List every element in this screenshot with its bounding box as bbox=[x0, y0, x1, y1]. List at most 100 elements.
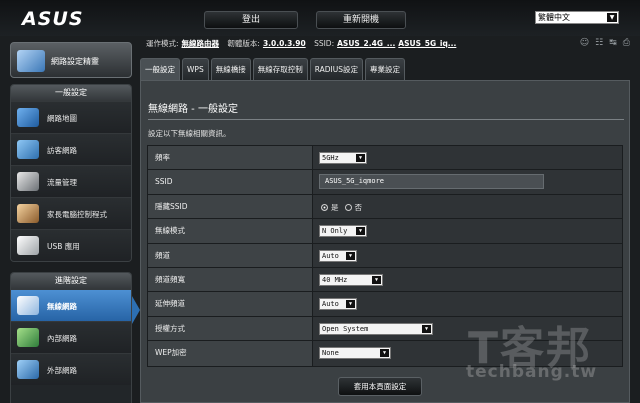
form-row-hide-ssid: 隱藏SSID 是 否 bbox=[148, 194, 622, 220]
ext-channel-value: Auto bbox=[322, 300, 339, 309]
guest-network-icon bbox=[17, 140, 39, 159]
ssid-field-label: SSID bbox=[148, 170, 313, 194]
sidebar-item-traffic-manager[interactable]: 流量管理 bbox=[11, 165, 131, 197]
chevron-down-icon: ▼ bbox=[372, 275, 381, 284]
form-row-band: 頻率 5GHz ▼ bbox=[148, 146, 622, 171]
ext-channel-select[interactable]: Auto ▼ bbox=[319, 298, 357, 311]
tab-wps[interactable]: WPS bbox=[182, 58, 209, 80]
tab-wds[interactable]: 無線橋接 bbox=[210, 58, 251, 80]
ssid-5g-link[interactable]: ASUS_5G_iq... bbox=[398, 39, 456, 48]
asus-logo[interactable]: ASUS bbox=[22, 8, 84, 30]
ssid-label: SSID: bbox=[314, 39, 335, 48]
form-row-ssid: SSID ASUS_5G_iqmore bbox=[148, 170, 622, 195]
sidebar-item-usb-application[interactable]: USB 應用 bbox=[11, 229, 131, 261]
sidebar-item-network-map[interactable]: 網路地圖 bbox=[11, 101, 131, 133]
status-info-bar: 運作模式: 無線路由器 韌體版本: 3.0.0.3.90 SSID: ASUS_2.4… bbox=[140, 36, 640, 52]
sidebar-item-label: 外部網路 bbox=[47, 366, 77, 375]
wep-value: None bbox=[322, 349, 339, 358]
wizard-icon bbox=[17, 50, 45, 72]
wireless-mode-select[interactable]: N Only ▼ bbox=[319, 225, 367, 238]
tab-professional[interactable]: 專業設定 bbox=[364, 58, 405, 80]
wireless-icon bbox=[17, 296, 39, 315]
title-divider bbox=[148, 119, 624, 120]
auth-method-value: Open System bbox=[322, 324, 369, 333]
hide-ssid-yes-label: 是 bbox=[331, 202, 339, 212]
auth-method-select[interactable]: Open System ▼ bbox=[319, 322, 433, 335]
page-title: 無線網路 - 一般設定 bbox=[148, 104, 238, 115]
sidebar-item-wireless[interactable]: 無線網路 bbox=[11, 289, 131, 321]
channel-label: 頻道 bbox=[148, 243, 313, 267]
apply-button[interactable]: 套用本頁面設定 bbox=[338, 377, 422, 396]
active-item-pointer bbox=[132, 296, 140, 324]
quick-setup-button[interactable]: 網路設定精靈 bbox=[10, 42, 132, 78]
channel-select[interactable]: Auto ▼ bbox=[319, 249, 357, 262]
sidebar: 網路設定精靈 一般設定 網路地圖 訪客網路 流量管理 家長電腦控制程式 USB … bbox=[10, 40, 132, 403]
ssid-24g-link[interactable]: ASUS_2.4G_... bbox=[337, 39, 395, 48]
band-select[interactable]: 5GHz ▼ bbox=[319, 152, 367, 164]
sidebar-item-lan[interactable]: 內部網路 bbox=[11, 321, 131, 353]
ssid-input[interactable]: ASUS_5G_iqmore bbox=[319, 174, 544, 190]
channel-value: Auto bbox=[322, 251, 339, 260]
chevron-down-icon: ▼ bbox=[356, 154, 365, 162]
network-map-icon bbox=[17, 108, 39, 127]
reboot-button[interactable]: 重新開機 bbox=[316, 11, 406, 29]
sidebar-item-label: USB 應用 bbox=[47, 242, 80, 251]
parental-control-icon bbox=[17, 204, 39, 223]
watermark-url: techbang.tw bbox=[466, 362, 598, 382]
tab-mac-filter[interactable]: 無線存取控制 bbox=[252, 58, 308, 80]
sidebar-item-parental-control[interactable]: 家長電腦控制程式 bbox=[11, 197, 131, 229]
chevron-down-icon: ▼ bbox=[346, 300, 355, 309]
chevron-down-icon: ▼ bbox=[356, 227, 365, 236]
advanced-settings-header: 進階設定 bbox=[11, 273, 131, 289]
usb-application-icon bbox=[17, 236, 39, 255]
tab-general[interactable]: 一般設定 bbox=[140, 58, 180, 80]
firmware-version-link[interactable]: 3.0.0.3.90 bbox=[263, 39, 306, 48]
usb-icon[interactable]: ↹ bbox=[609, 38, 617, 48]
advanced-settings-group: 進階設定 無線網路 內部網路 外部網路 bbox=[10, 272, 132, 403]
traffic-manager-icon bbox=[17, 172, 39, 191]
auth-method-label: 授權方式 bbox=[148, 316, 313, 341]
sidebar-item-label: 訪客網路 bbox=[47, 146, 77, 155]
page-description: 設定以下無線相關資訊。 bbox=[148, 129, 231, 138]
network-icon[interactable]: ☷ bbox=[595, 38, 603, 48]
wep-select[interactable]: None ▼ bbox=[319, 347, 391, 360]
sidebar-item-label: 流量管理 bbox=[47, 178, 77, 187]
sidebar-item-wan[interactable]: 外部網路 bbox=[11, 353, 131, 385]
lan-icon bbox=[17, 328, 39, 347]
sidebar-item-label: 家長電腦控制程式 bbox=[47, 210, 107, 219]
form-row-channel: 頻道 Auto ▼ bbox=[148, 243, 622, 268]
ext-channel-label: 延伸頻道 bbox=[148, 292, 313, 316]
sidebar-item-label: 無線網路 bbox=[47, 302, 77, 311]
wireless-mode-label: 無線模式 bbox=[148, 219, 313, 243]
top-bar: ASUS 登出 重新開機 繁體中文 ▼ bbox=[0, 0, 640, 36]
sidebar-item-label: 內部網路 bbox=[47, 334, 77, 343]
hide-ssid-no-radio[interactable] bbox=[344, 203, 352, 211]
band-select-value: 5GHz bbox=[322, 154, 339, 162]
bandwidth-value: 40 MHz bbox=[322, 275, 348, 284]
tab-radius[interactable]: RADIUS設定 bbox=[309, 58, 363, 80]
sidebar-item-label: 網路地圖 bbox=[47, 114, 77, 123]
printer-icon[interactable]: ⎙ bbox=[623, 38, 630, 48]
form-row-bandwidth: 頻道頻寬 40 MHz ▼ bbox=[148, 267, 622, 293]
wep-label: WEP加密 bbox=[148, 341, 313, 366]
sidebar-item-guest-network[interactable]: 訪客網路 bbox=[11, 133, 131, 165]
chevron-down-icon: ▼ bbox=[346, 251, 355, 260]
operation-mode-label: 運作模式: bbox=[146, 39, 179, 48]
bandwidth-select[interactable]: 40 MHz ▼ bbox=[319, 273, 383, 286]
users-icon[interactable]: ☺ bbox=[580, 38, 589, 48]
logout-button[interactable]: 登出 bbox=[204, 11, 298, 29]
status-icons: ☺ ☷ ↹ ⎙ bbox=[580, 38, 630, 48]
hide-ssid-yes-radio[interactable] bbox=[321, 203, 328, 211]
tab-bar: 一般設定 WPS 無線橋接 無線存取控制 RADIUS設定 專業設定 bbox=[140, 58, 405, 80]
band-label: 頻率 bbox=[148, 146, 313, 170]
operation-mode-link[interactable]: 無線路由器 bbox=[182, 39, 220, 48]
bandwidth-label: 頻道頻寬 bbox=[148, 267, 313, 292]
form-row-wireless-mode: 無線模式 N Only ▼ bbox=[148, 219, 622, 244]
chevron-down-icon: ▼ bbox=[380, 349, 389, 358]
hide-ssid-no-label: 否 bbox=[354, 202, 363, 212]
language-select-value: 繁體中文 bbox=[538, 13, 570, 22]
chevron-down-icon: ▼ bbox=[607, 13, 617, 22]
language-select[interactable]: 繁體中文 ▼ bbox=[535, 11, 619, 24]
chevron-down-icon: ▼ bbox=[422, 324, 431, 333]
wan-icon bbox=[17, 360, 39, 379]
